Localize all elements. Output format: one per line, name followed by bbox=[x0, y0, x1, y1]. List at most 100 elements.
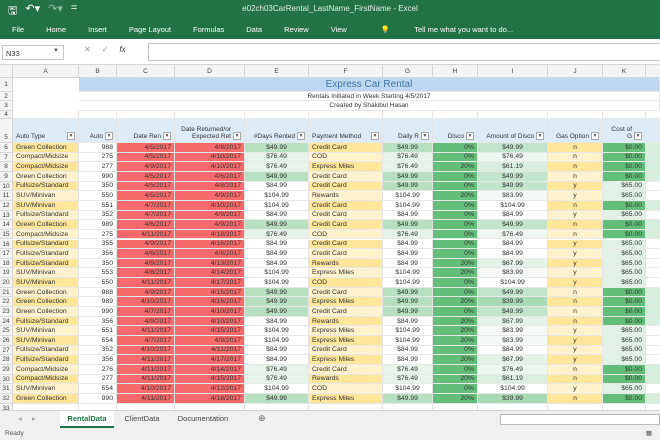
auto-type-cell[interactable]: Fullsize/Standard bbox=[13, 316, 79, 327]
date-rented-cell[interactable]: 4/7/2017 bbox=[117, 307, 175, 317]
days-rented-cell[interactable]: $76.49 bbox=[245, 152, 309, 163]
amount-discounted-cell[interactable]: $104.99 bbox=[478, 278, 548, 288]
filter-dropdown-icon[interactable]: ▼ bbox=[634, 132, 642, 140]
days-rented-cell[interactable]: $84.99 bbox=[245, 316, 309, 327]
payment-method-cell[interactable]: COD bbox=[309, 229, 383, 240]
days-rented-cell[interactable]: $104.99 bbox=[245, 191, 309, 201]
date-returned-cell[interactable]: 4/6/2017 bbox=[175, 171, 245, 182]
empty-cell[interactable] bbox=[309, 111, 383, 119]
payment-method-cell[interactable]: Express Miles bbox=[309, 297, 383, 308]
column-header-c[interactable]: C bbox=[117, 65, 175, 78]
cost-of-gas-cell[interactable]: $65.00 bbox=[603, 181, 646, 192]
scroll-right-icon[interactable]: ▸ bbox=[32, 414, 36, 423]
amount-discounted-cell[interactable]: $61.19 bbox=[478, 162, 548, 172]
cancel-icon[interactable]: ✕ bbox=[84, 45, 91, 54]
filter-dropdown-icon[interactable]: ▼ bbox=[163, 132, 171, 140]
daily-rate-cell[interactable]: $84.99 bbox=[383, 258, 433, 269]
total-cost-cell[interactable] bbox=[646, 374, 660, 385]
auto-id-cell[interactable]: 990 bbox=[79, 171, 117, 182]
auto-id-cell[interactable]: 989 bbox=[79, 297, 117, 308]
date-rented-cell[interactable]: 4/9/2017 bbox=[117, 287, 175, 298]
cost-of-gas-cell[interactable]: $65.00 bbox=[603, 210, 646, 221]
cost-of-gas-cell[interactable]: $0.00 bbox=[603, 316, 646, 327]
daily-rate-cell[interactable]: $104.99 bbox=[383, 336, 433, 346]
filter-dropdown-icon[interactable]: ▼ bbox=[591, 132, 599, 140]
gas-option-cell[interactable]: n bbox=[548, 287, 603, 298]
row-header[interactable]: 29 bbox=[0, 364, 13, 375]
auto-type-cell[interactable]: Green Collection bbox=[13, 171, 79, 182]
days-rented-cell[interactable]: $84.99 bbox=[245, 258, 309, 269]
date-rented-cell[interactable]: 4/10/2017 bbox=[117, 297, 175, 308]
date-returned-cell[interactable]: 4/11/2017 bbox=[175, 345, 245, 356]
row-header[interactable]: 26 bbox=[0, 336, 13, 346]
auto-type-cell[interactable]: SUV/Minivan bbox=[13, 278, 79, 288]
date-rented-cell[interactable]: 4/8/2017 bbox=[117, 268, 175, 279]
row-header[interactable]: 10 bbox=[0, 181, 13, 192]
days-rented-cell[interactable]: $49.99 bbox=[245, 287, 309, 298]
discount-cell[interactable]: 0% bbox=[433, 229, 478, 240]
auto-type-cell[interactable]: Fullsize/Standard bbox=[13, 210, 79, 221]
date-rented-cell[interactable]: 4/5/2017 bbox=[117, 143, 175, 153]
total-cost-cell[interactable] bbox=[646, 393, 660, 404]
empty-cell[interactable] bbox=[433, 111, 478, 119]
row-header[interactable]: 9 bbox=[0, 171, 13, 182]
discount-cell[interactable]: 0% bbox=[433, 239, 478, 250]
cost-of-gas-cell[interactable]: $0.00 bbox=[603, 297, 646, 308]
formula-input[interactable] bbox=[148, 43, 660, 61]
worksheet-grid[interactable]: ABCDEFGHIJKL1234567891011121314151617181… bbox=[0, 65, 660, 412]
daily-rate-cell[interactable]: $49.99 bbox=[383, 171, 433, 182]
amount-discounted-cell[interactable]: $84.99 bbox=[478, 345, 548, 356]
column-header-e[interactable]: E bbox=[245, 65, 309, 78]
discount-cell[interactable]: 20% bbox=[433, 316, 478, 327]
amount-discounted-cell[interactable]: $49.99 bbox=[478, 307, 548, 317]
auto-id-cell[interactable]: 990 bbox=[79, 307, 117, 317]
date-returned-cell[interactable]: 4/12/2017 bbox=[175, 384, 245, 394]
date-rented-cell[interactable]: 4/5/2017 bbox=[117, 191, 175, 201]
total-cost-cell[interactable] bbox=[646, 287, 660, 298]
payment-method-cell[interactable]: Credit Card bbox=[309, 307, 383, 317]
auto-type-cell[interactable]: Green Collection bbox=[13, 143, 79, 153]
empty-cell[interactable] bbox=[548, 111, 603, 119]
auto-type-cell[interactable]: Fullsize/Standard bbox=[13, 258, 79, 269]
date-returned-cell[interactable]: 4/10/2017 bbox=[175, 316, 245, 327]
auto-type-cell[interactable]: Compact/Midsize bbox=[13, 364, 79, 375]
payment-method-cell[interactable]: Express Miles bbox=[309, 326, 383, 336]
total-cost-cell[interactable] bbox=[646, 220, 660, 230]
column-header-b[interactable]: B bbox=[79, 65, 117, 78]
auto-type-cell[interactable]: Green Collection bbox=[13, 287, 79, 298]
auto-id-cell[interactable]: 551 bbox=[79, 326, 117, 336]
days-rented-cell[interactable]: $49.99 bbox=[245, 220, 309, 230]
empty-cell[interactable] bbox=[245, 111, 309, 119]
filter-dropdown-icon[interactable]: ▼ bbox=[233, 132, 241, 140]
amount-discounted-cell[interactable]: $49.99 bbox=[478, 220, 548, 230]
auto-id-cell[interactable]: 277 bbox=[79, 162, 117, 172]
date-rented-cell[interactable]: 4/5/2017 bbox=[117, 171, 175, 182]
tell-me-box[interactable]: 💡 Tell me what you want to do... bbox=[369, 25, 523, 34]
date-returned-cell[interactable]: 4/8/2017 bbox=[175, 181, 245, 192]
auto-type-cell[interactable]: Fullsize/Standard bbox=[13, 181, 79, 192]
daily-rate-cell[interactable]: $84.99 bbox=[383, 239, 433, 250]
column-header-h[interactable]: H bbox=[433, 65, 478, 78]
daily-rate-cell[interactable]: $104.99 bbox=[383, 326, 433, 336]
date-returned-cell[interactable]: 4/9/2017 bbox=[175, 191, 245, 201]
payment-method-cell[interactable]: Credit Card bbox=[309, 210, 383, 221]
cost-of-gas-cell[interactable]: $0.00 bbox=[603, 152, 646, 163]
daily-rate-cell[interactable]: $76.49 bbox=[383, 374, 433, 385]
add-sheet-icon[interactable]: ⊕ bbox=[258, 413, 266, 424]
row-header[interactable]: 27 bbox=[0, 345, 13, 356]
auto-type-cell[interactable]: Fullsize/Standard bbox=[13, 355, 79, 365]
row-header[interactable]: 32 bbox=[0, 393, 13, 404]
daily-rate-cell[interactable]: $49.99 bbox=[383, 297, 433, 308]
cost-of-gas-cell[interactable]: $0.00 bbox=[603, 393, 646, 404]
discount-cell[interactable]: 20% bbox=[433, 268, 478, 279]
cost-of-gas-cell[interactable]: $0.00 bbox=[603, 364, 646, 375]
discount-cell[interactable]: 0% bbox=[433, 171, 478, 182]
discount-cell[interactable]: 20% bbox=[433, 191, 478, 201]
total-cost-cell[interactable] bbox=[646, 181, 660, 192]
auto-type-cell[interactable]: Compact/Midsize bbox=[13, 162, 79, 172]
row-header[interactable]: 5 bbox=[0, 119, 13, 143]
horizontal-scrollbar[interactable] bbox=[500, 414, 660, 425]
cost-of-gas-cell[interactable]: $0.00 bbox=[603, 171, 646, 182]
cost-of-gas-cell[interactable]: $65.00 bbox=[603, 249, 646, 259]
auto-type-cell[interactable]: Green Collection bbox=[13, 393, 79, 404]
